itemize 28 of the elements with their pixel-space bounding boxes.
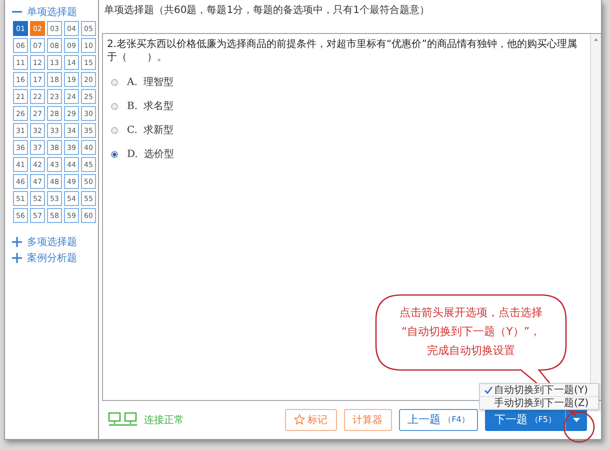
option-letter: C. [127,124,138,136]
callout-text: 点击箭头展开选项，点击选择 “自动切换到下一题（Y）”， 完成自动切换设置 [398,305,544,359]
radio-button[interactable] [111,102,118,110]
option-letter: B. [127,100,138,112]
radio-button[interactable] [111,78,118,86]
menu-item[interactable]: 自动切换到下一题(Y) [480,384,598,397]
highlight-circle [563,411,595,443]
previous-button[interactable]: 上一题 （F4） [398,408,478,430]
option-text: 求新型 [143,124,174,137]
radio-button[interactable] [111,150,118,158]
scrollbar[interactable] [590,34,601,400]
option-letter: D. [127,148,138,160]
section-instructions: 单项选择题（共60题，每题1分，每题的备选项中，只有1个最符合题意） [104,4,430,17]
section-label[interactable]: 多项选择题 [27,235,77,249]
connection-status: 连接正常 [144,414,184,426]
section-label[interactable]: 案例分析题 [27,251,77,265]
option-text: 选价型 [144,148,174,161]
option-letter: A. [127,76,138,88]
section-label[interactable]: 单项选择题 [27,5,77,19]
option-text: 求名型 [144,100,174,113]
radio-button[interactable] [111,126,118,134]
next-button[interactable]: 下一题 （F5） [485,408,565,430]
network-icon [108,412,138,428]
caret-icon [572,418,580,422]
star-icon [294,414,305,425]
option-text: 理智型 [143,76,174,89]
question-text: 2.老张买东西以价格低廉为选择商品的前提条件，对超市里标有“优惠价”的商品情有独钟，他的购买心理属于（ ）。 [107,38,578,64]
menu-item[interactable]: 手动切换到下一题(Z) [480,397,598,409]
